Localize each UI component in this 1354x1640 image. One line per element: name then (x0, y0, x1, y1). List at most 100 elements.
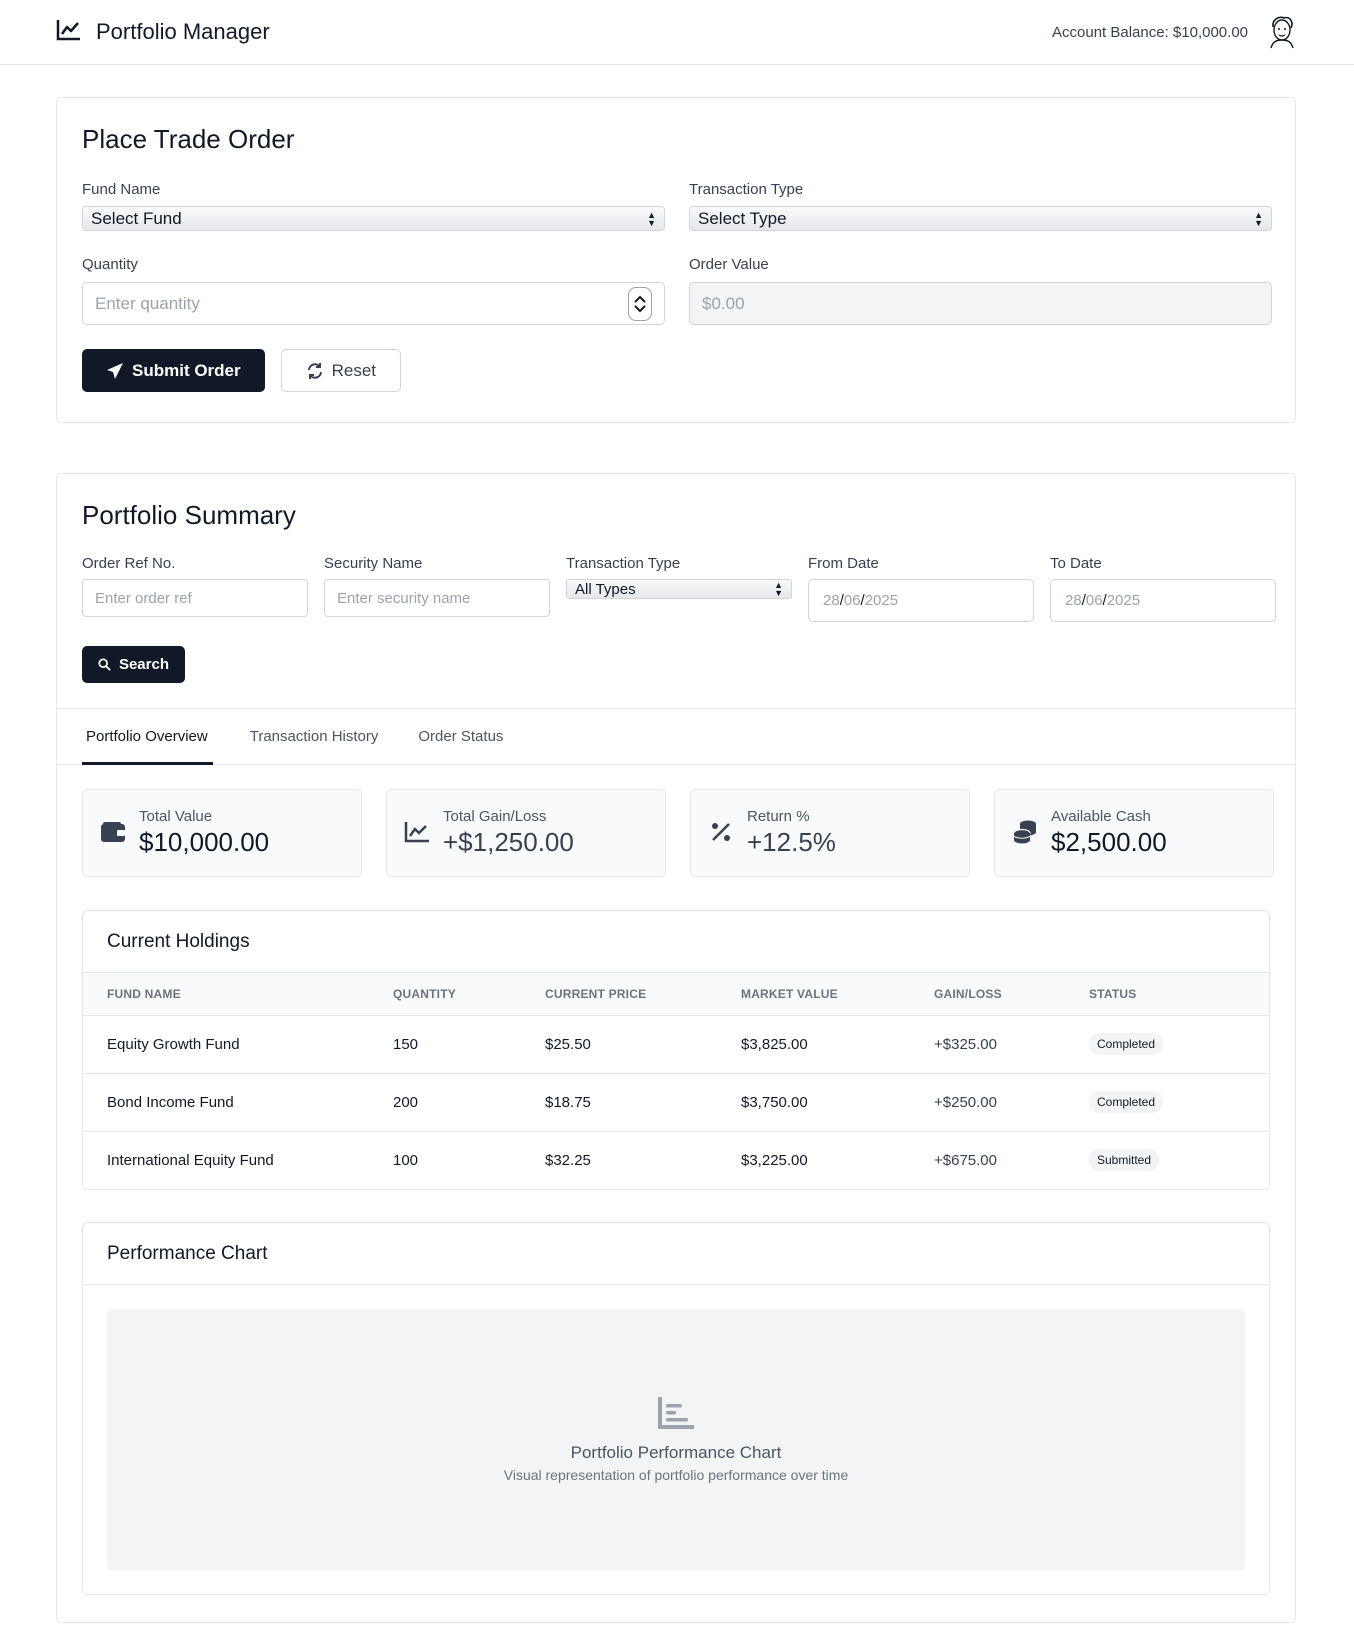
chart-placeholder-subtitle: Visual representation of portfolio perfo… (503, 1467, 849, 1483)
market-value-cell: $3,225.00 (741, 1151, 808, 1169)
stat-return-percent: Return % +12.5% (690, 789, 970, 877)
gain-loss-cell: +$675.00 (934, 1151, 997, 1169)
chart-placeholder-title: Portfolio Performance Chart (570, 1443, 782, 1462)
user-avatar[interactable] (1266, 15, 1298, 49)
gain-loss-cell: +$325.00 (934, 1015, 1089, 1074)
fund-name-value: Select Fund (91, 208, 182, 228)
from-date-input[interactable]: 28/06/2025 (808, 579, 1034, 622)
bar-chart-icon (657, 1396, 695, 1435)
select-arrows-icon: ▲ ▼ (774, 580, 783, 598)
percent-icon (707, 818, 735, 846)
quantity-cell: 200 (393, 1073, 545, 1132)
quantity-cell: 100 (393, 1151, 419, 1169)
col-status: STATUS (1089, 986, 1137, 1001)
current-holdings-title: Current Holdings (83, 911, 1269, 973)
wallet-icon (99, 818, 127, 846)
to-date-input[interactable]: 28/06/2025 (1050, 579, 1276, 622)
table-row[interactable]: Bond Income Fund 200 $18.75 $3,750.00 +$… (83, 1073, 1269, 1132)
stat-total-gain-loss: Total Gain/Loss +$1,250.00 (386, 789, 666, 877)
fund-name-cell: Equity Growth Fund (83, 1015, 393, 1074)
tab-transaction-history[interactable]: Transaction History (250, 709, 379, 765)
stat-label: Return % (747, 808, 810, 825)
status-badge: Submitted (1089, 1149, 1160, 1172)
tab-order-status[interactable]: Order Status (418, 709, 503, 765)
to-date-label: To Date (1050, 555, 1102, 572)
quantity-stepper[interactable] (628, 286, 652, 321)
filter-transaction-type-label: Transaction Type (566, 555, 681, 572)
stat-value: +$1,250.00 (443, 827, 574, 857)
stat-value: +12.5% (747, 827, 836, 857)
stat-label: Total Value (139, 808, 213, 825)
trade-order-card: Place Trade Order Fund Name Select Fund … (56, 97, 1296, 423)
send-icon (107, 362, 123, 379)
refresh-icon (307, 362, 322, 379)
to-date-month: 06 (1085, 592, 1103, 609)
chevron-up-icon (634, 295, 646, 303)
select-arrows-icon: ▲ ▼ (647, 209, 656, 228)
portfolio-summary-title: Portfolio Summary (82, 500, 296, 530)
order-value: $0.00 (702, 293, 745, 313)
submit-order-label: Submit Order (132, 360, 241, 380)
fund-name-label: Fund Name (82, 181, 161, 198)
col-market-value: MARKET VALUE (741, 986, 838, 1001)
status-badge: Completed (1089, 1091, 1164, 1113)
current-price-cell: $18.75 (545, 1073, 741, 1132)
security-name-label: Security Name (324, 555, 423, 572)
reset-label: Reset (331, 360, 377, 380)
stat-value: $2,500.00 (1051, 827, 1167, 857)
quantity-input[interactable]: Enter quantity (82, 282, 665, 325)
chart-line-icon (403, 818, 431, 846)
filter-transaction-type-value: All Types (575, 580, 636, 598)
status-cell: Submitted (1089, 1131, 1269, 1189)
from-date-label: From Date (808, 555, 879, 572)
chart-placeholder: Portfolio Performance Chart Visual repre… (107, 1309, 1245, 1570)
stat-label: Available Cash (1051, 808, 1151, 825)
to-date-year: 2025 (1106, 592, 1141, 609)
current-holdings-panel: Current Holdings FUND NAME QUANTITY CURR… (82, 910, 1270, 1190)
app-title: Portfolio Manager (96, 19, 270, 44)
status-badge: Completed (1089, 1033, 1164, 1055)
stat-label: Total Gain/Loss (443, 808, 547, 825)
quantity-label: Quantity (82, 256, 138, 273)
account-balance: Account Balance: $10,000.00 (1052, 23, 1248, 41)
market-value-cell: $3,825.00 (741, 1015, 934, 1074)
col-fund-name: FUND NAME (107, 986, 181, 1001)
from-date-month: 06 (843, 592, 861, 609)
order-value-label: Order Value (689, 256, 769, 273)
fund-name-cell: International Equity Fund (107, 1151, 274, 1169)
from-date-day: 28 (823, 592, 840, 609)
status-cell: Completed (1089, 1015, 1269, 1074)
performance-chart-title: Performance Chart (83, 1223, 1269, 1285)
transaction-type-value: Select Type (698, 208, 787, 228)
reset-button[interactable]: Reset (280, 349, 402, 392)
stat-available-cash: Available Cash $2,500.00 (994, 789, 1274, 877)
holdings-table: FUND NAME QUANTITY CURRENT PRICE MARKET … (83, 973, 1269, 1189)
security-name-input[interactable]: Enter security name (324, 579, 550, 617)
fund-name-select[interactable]: Select Fund ▲ ▼ (82, 206, 665, 231)
summary-tabs: Portfolio Overview Transaction History O… (57, 708, 1295, 765)
order-ref-input[interactable]: Enter order ref (82, 579, 308, 617)
stat-total-value: Total Value $10,000.00 (82, 789, 362, 877)
search-label: Search (118, 656, 169, 673)
filter-transaction-type-select[interactable]: All Types ▲ ▼ (566, 579, 792, 599)
brand[interactable]: Portfolio Manager (56, 18, 270, 47)
order-value-field: $0.00 (689, 282, 1272, 325)
transaction-type-label: Transaction Type (689, 181, 804, 198)
table-row[interactable]: International Equity Fund 100 $32.25 $3,… (83, 1131, 1269, 1189)
chevron-down-icon (634, 304, 646, 312)
current-price-cell: $25.50 (545, 1015, 741, 1074)
tab-portfolio-overview[interactable]: Portfolio Overview (82, 709, 213, 765)
col-gain-loss: GAIN/LOSS (934, 986, 1002, 1001)
coins-icon (1011, 818, 1039, 846)
trade-order-title: Place Trade Order (82, 124, 295, 154)
transaction-type-select[interactable]: Select Type ▲ ▼ (689, 206, 1272, 231)
select-arrows-icon: ▲ ▼ (1254, 209, 1263, 228)
current-price-cell: $32.25 (545, 1151, 591, 1169)
performance-chart-panel: Performance Chart Portfolio Performance … (82, 1222, 1270, 1595)
top-navbar: Portfolio Manager Account Balance: $10,0… (0, 0, 1354, 65)
from-date-year: 2025 (864, 592, 899, 609)
search-button[interactable]: Search (82, 646, 185, 683)
table-row[interactable]: Equity Growth Fund 150 $25.50 $3,825.00 … (83, 1015, 1269, 1074)
line-chart-icon (56, 18, 82, 47)
submit-order-button[interactable]: Submit Order (82, 349, 265, 392)
